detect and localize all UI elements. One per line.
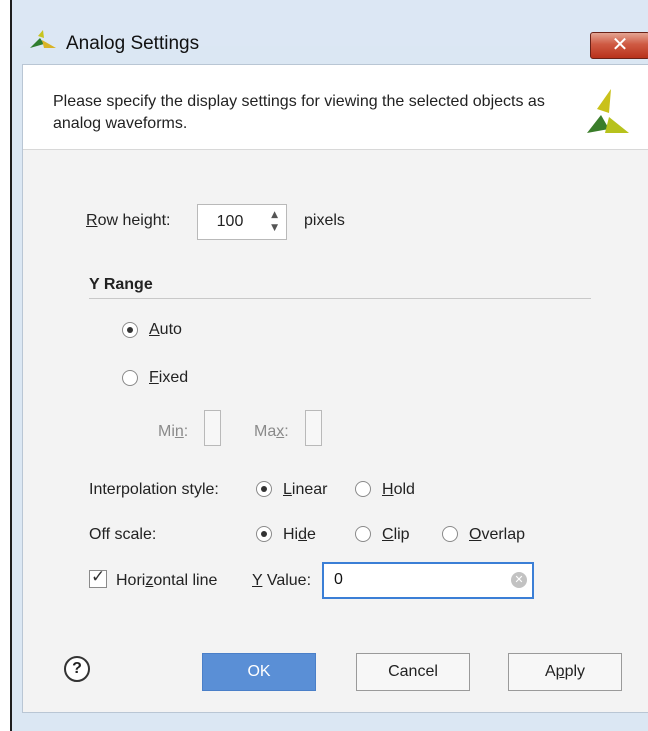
row-height-spinner[interactable]: 100 ▲ ▼ bbox=[197, 204, 287, 240]
overlap-radio-label[interactable]: Overlap bbox=[469, 526, 525, 544]
max-input[interactable] bbox=[305, 410, 322, 446]
hold-radio[interactable] bbox=[355, 481, 371, 497]
close-button[interactable]: ✕ bbox=[590, 32, 648, 59]
hide-radio[interactable] bbox=[256, 526, 272, 542]
clip-radio[interactable] bbox=[355, 526, 371, 542]
section-divider bbox=[89, 298, 591, 299]
horizontal-line-label[interactable]: Horizontal line bbox=[116, 572, 217, 590]
vivado-logo-icon bbox=[30, 30, 56, 48]
cancel-button[interactable]: Cancel bbox=[356, 653, 470, 691]
spinner-up-icon[interactable]: ▲ bbox=[271, 210, 278, 220]
hide-radio-label[interactable]: Hide bbox=[283, 526, 316, 544]
clear-icon[interactable]: ✕ bbox=[511, 572, 527, 588]
auto-radio-label[interactable]: Auto bbox=[149, 321, 182, 339]
window-title: Analog Settings bbox=[66, 33, 200, 54]
row-height-value[interactable]: 100 bbox=[198, 213, 262, 231]
hold-radio-label[interactable]: Hold bbox=[382, 481, 415, 499]
dialog-body: Please specify the display settings for … bbox=[22, 64, 648, 713]
off-scale-label: Off scale: bbox=[89, 526, 157, 543]
auto-radio[interactable] bbox=[122, 322, 138, 338]
checkmark-icon: ✓ bbox=[91, 567, 106, 587]
y-value-label: Y Value: bbox=[252, 572, 312, 589]
horizontal-line-checkbox[interactable]: ✓ bbox=[89, 567, 107, 588]
clip-radio-label[interactable]: Clip bbox=[382, 526, 410, 544]
description-text: Please specify the display settings for … bbox=[53, 93, 545, 132]
y-range-heading: Y Range bbox=[89, 276, 153, 293]
min-input[interactable] bbox=[204, 410, 221, 446]
y-value-text[interactable]: 0 bbox=[334, 571, 343, 589]
help-button[interactable]: ? bbox=[64, 656, 90, 682]
title-bar[interactable]: Analog Settings ✕ bbox=[12, 0, 648, 59]
ok-button[interactable]: OK bbox=[202, 653, 316, 691]
y-value-input[interactable]: 0 ✕ bbox=[322, 562, 534, 599]
interpolation-label: Interpolation style: bbox=[89, 481, 219, 498]
description-header: Please specify the display settings for … bbox=[23, 65, 648, 150]
fixed-radio[interactable] bbox=[122, 370, 138, 386]
row-height-unit: pixels bbox=[304, 212, 345, 229]
overlap-radio[interactable] bbox=[442, 526, 458, 542]
linear-radio[interactable] bbox=[256, 481, 272, 497]
dialog-window: Analog Settings ✕ Please specify the dis… bbox=[10, 0, 648, 731]
spinner-down-icon[interactable]: ▼ bbox=[271, 223, 278, 233]
min-label: Min: bbox=[158, 423, 189, 440]
row-height-label: Row height: bbox=[86, 212, 171, 229]
apply-button[interactable]: Apply bbox=[508, 653, 622, 691]
close-icon: ✕ bbox=[611, 32, 629, 56]
max-label: Max: bbox=[254, 423, 289, 440]
vivado-logo-icon bbox=[587, 89, 629, 133]
linear-radio-label[interactable]: Linear bbox=[283, 481, 327, 499]
fixed-radio-label[interactable]: Fixed bbox=[149, 369, 188, 387]
